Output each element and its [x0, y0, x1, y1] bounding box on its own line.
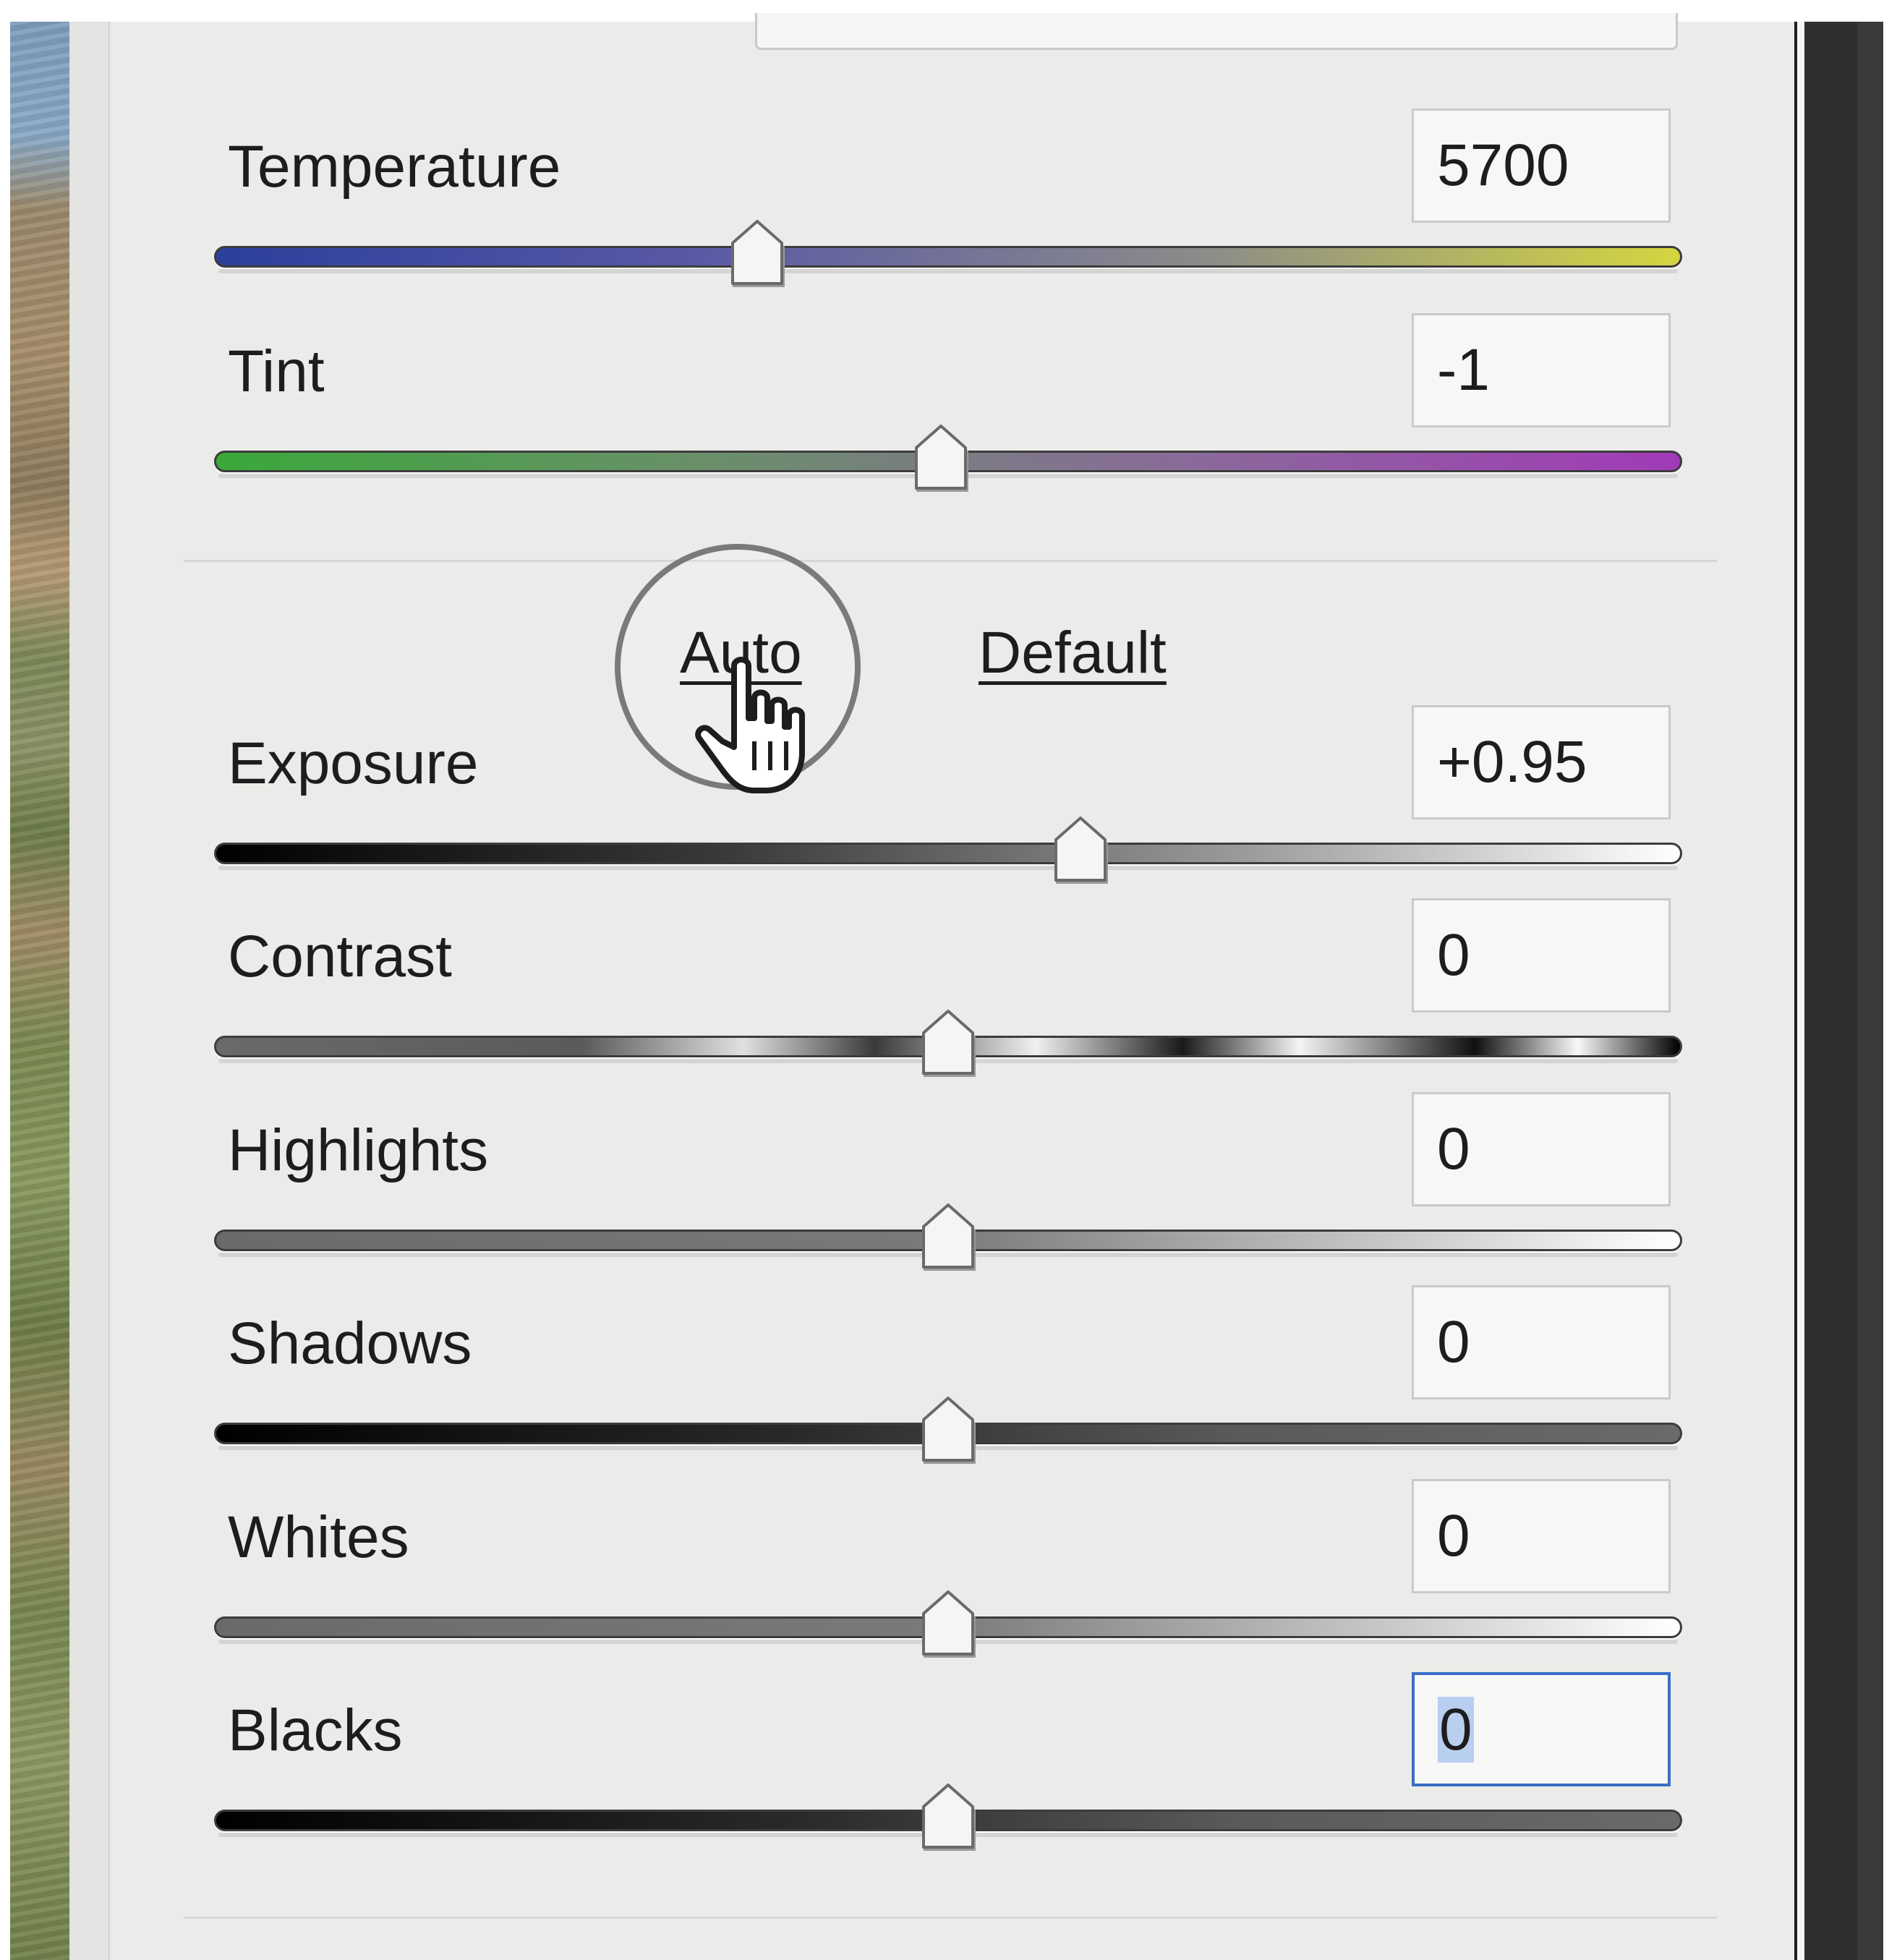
panel-divider: [1794, 22, 1804, 1960]
temperature-value-field[interactable]: 5700: [1412, 108, 1671, 223]
default-button[interactable]: Default: [979, 623, 1167, 683]
contrast-label: Contrast: [228, 924, 452, 989]
highlights-slider[interactable]: [214, 1203, 1682, 1271]
profile-field[interactable]: [755, 13, 1678, 50]
slider-thumb-icon[interactable]: [912, 1589, 984, 1661]
section-divider-bottom: [184, 1917, 1717, 1919]
slider-thumb-icon[interactable]: [721, 218, 793, 291]
slider-thumb-icon[interactable]: [912, 1202, 984, 1274]
highlights-label: Highlights: [228, 1117, 489, 1183]
section-divider: [184, 560, 1717, 562]
slider-thumb-icon[interactable]: [1044, 815, 1117, 887]
tint-slider[interactable]: [214, 425, 1682, 492]
contrast-value-field[interactable]: 0: [1412, 898, 1671, 1013]
slider-thumb-icon[interactable]: [912, 1008, 984, 1081]
hand-pointer-icon: [695, 657, 805, 793]
shadows-label: Shadows: [228, 1311, 472, 1376]
slider-thumb-icon[interactable]: [912, 1395, 984, 1467]
temperature-track[interactable]: [214, 246, 1682, 268]
temperature-slider[interactable]: [214, 220, 1682, 287]
whites-slider[interactable]: [214, 1590, 1682, 1658]
exposure-label: Exposure: [228, 730, 479, 796]
panel-scrollbar[interactable]: [1857, 22, 1883, 1960]
blacks-value-field[interactable]: 0: [1412, 1672, 1671, 1786]
whites-label: Whites: [228, 1504, 409, 1570]
shadows-slider[interactable]: [214, 1397, 1682, 1464]
tint-value-field[interactable]: -1: [1412, 313, 1671, 427]
blacks-slider[interactable]: [214, 1784, 1682, 1851]
contrast-slider[interactable]: [214, 1010, 1682, 1077]
shadows-value-field[interactable]: 0: [1412, 1285, 1671, 1399]
slider-thumb-icon[interactable]: [912, 1782, 984, 1854]
exposure-track[interactable]: [214, 843, 1682, 864]
blacks-label: Blacks: [228, 1697, 403, 1763]
slider-thumb-icon[interactable]: [905, 423, 977, 495]
tint-label: Tint: [228, 338, 325, 404]
photo-preview-edge: [10, 22, 69, 1960]
highlights-value-field[interactable]: 0: [1412, 1092, 1671, 1206]
exposure-value-field[interactable]: +0.95: [1412, 705, 1671, 819]
temperature-label: Temperature: [228, 134, 561, 200]
blacks-value-selection: 0: [1438, 1697, 1474, 1763]
panel-left-gutter: [69, 22, 110, 1960]
exposure-slider[interactable]: [214, 817, 1682, 884]
whites-value-field[interactable]: 0: [1412, 1479, 1671, 1593]
